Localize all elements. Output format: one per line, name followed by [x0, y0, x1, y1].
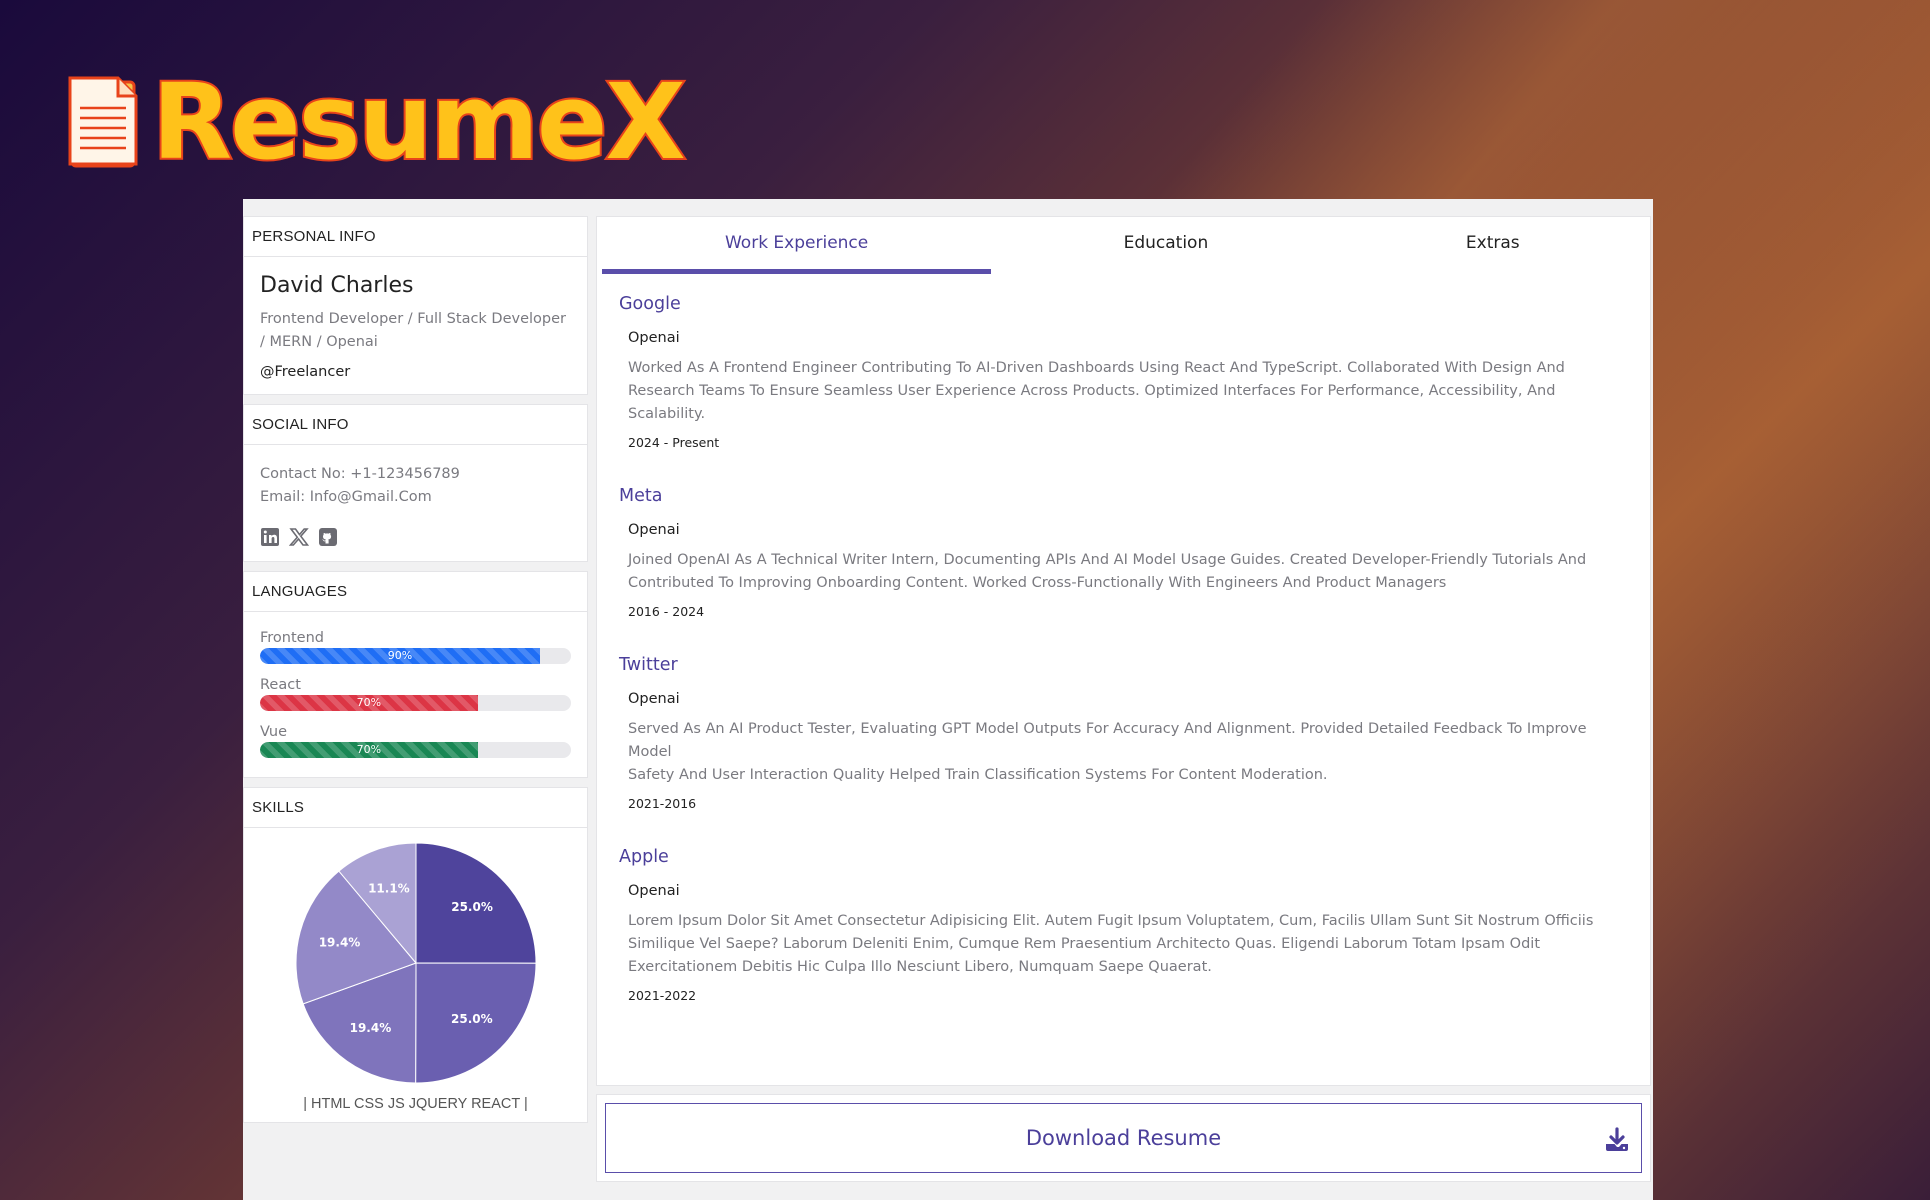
experience-panel: Work Experience Education Extras Google …	[596, 216, 1651, 1086]
job-role: Openai	[628, 330, 680, 346]
job-description-line: Joined OpenAI As A Technical Writer Inte…	[628, 552, 1587, 568]
resume-container: PERSONAL INFO David Charles Frontend Dev…	[243, 199, 1653, 1200]
social-info-card: SOCIAL INFO Contact No: +1-123456789 Ema…	[243, 404, 588, 562]
download-resume-button[interactable]: Download Resume	[605, 1103, 1642, 1173]
download-button-label: Download Resume	[1025, 1126, 1222, 1150]
job-dates: 2021-2022	[628, 988, 697, 1003]
job-description-line: Worked As A Frontend Engineer Contributi…	[628, 360, 1565, 376]
download-card: Download Resume	[596, 1094, 1651, 1182]
x-twitter-icon[interactable]	[288, 527, 310, 547]
social-info-header: SOCIAL INFO	[244, 405, 587, 445]
tab-extras[interactable]: Extras	[1341, 217, 1645, 274]
job-description-line: Lorem Ipsum Dolor Sit Amet Consectetur A…	[628, 913, 1594, 929]
progress-fill-frontend: 90%	[260, 648, 540, 664]
job-entry: Meta Openai Joined OpenAI As A Technical…	[619, 486, 1628, 619]
job-dates: 2021-2016	[628, 796, 697, 811]
progress-fill-react: 70%	[260, 695, 478, 711]
skills-caption: | HTML CSS JS JQUERY REACT |	[303, 1096, 528, 1112]
contact-number: Contact No: +1-123456789	[260, 466, 460, 482]
pie-slice-label: 25.0%	[451, 1012, 493, 1026]
pie-slice-label: 19.4%	[318, 935, 360, 949]
job-role: Openai	[628, 883, 680, 899]
download-icon	[1606, 1127, 1628, 1151]
app-logo: ResumeX	[66, 61, 688, 183]
languages-header: LANGUAGES	[244, 572, 587, 612]
progress-bar-vue: 70%	[260, 742, 571, 758]
job-entry: Twitter Openai Served As An AI Product T…	[619, 655, 1628, 811]
personal-info-header: PERSONAL INFO	[244, 217, 587, 257]
logo-text: ResumeX	[150, 61, 688, 183]
document-icon	[68, 76, 138, 168]
job-role: Openai	[628, 691, 680, 707]
language-label-frontend: Frontend	[260, 630, 324, 646]
github-icon[interactable]	[318, 527, 338, 547]
skills-pie-chart: 25.0% 25.0% 19.4% 19.4% 11.1%	[295, 842, 537, 1084]
language-label-vue: Vue	[260, 724, 288, 740]
skills-header: SKILLS	[244, 788, 587, 828]
job-description-line: Safety And User Interaction Quality Help…	[628, 767, 1328, 783]
right-column: Work Experience Education Extras Google …	[596, 216, 1651, 1182]
tab-work-experience[interactable]: Work Experience	[602, 217, 992, 274]
progress-bar-react: 70%	[260, 695, 571, 711]
language-label-react: React	[260, 677, 301, 693]
person-title-line2: / MERN / Openai	[260, 334, 378, 350]
contact-email: Email: Info@Gmail.Com	[260, 489, 432, 505]
job-dates: 2024 - Present	[628, 435, 720, 450]
job-dates: 2016 - 2024	[628, 604, 705, 619]
job-company: Apple	[619, 847, 669, 867]
left-column: PERSONAL INFO David Charles Frontend Dev…	[243, 216, 588, 1132]
skills-card: SKILLS 25.0% 25.0% 19.4% 19.4% 11.1% | HTML …	[243, 787, 588, 1123]
languages-card: LANGUAGES Frontend 90% React 70% Vue 70%	[243, 571, 588, 778]
job-company: Meta	[619, 486, 663, 506]
pie-slice-label: 25.0%	[451, 900, 493, 914]
person-handle: @Freelancer	[260, 364, 351, 380]
linkedin-icon[interactable]	[260, 527, 280, 547]
job-entry: Google Openai Worked As A Frontend Engin…	[619, 294, 1628, 450]
person-title-line1: Frontend Developer / Full Stack Develope…	[260, 311, 567, 327]
job-description-line: Contributed To Improving Onboarding Cont…	[628, 575, 1447, 591]
progress-fill-vue: 70%	[260, 742, 478, 758]
job-company: Twitter	[619, 655, 678, 675]
job-entry: Apple Openai Lorem Ipsum Dolor Sit Amet …	[619, 847, 1628, 1003]
job-company: Google	[619, 294, 681, 314]
jobs-list: Google Openai Worked As A Frontend Engin…	[597, 274, 1650, 1003]
personal-info-card: PERSONAL INFO David Charles Frontend Dev…	[243, 216, 588, 395]
pie-slice-label: 19.4%	[349, 1021, 391, 1035]
job-description-line: Served As An AI Product Tester, Evaluati…	[628, 721, 1587, 760]
job-description-line: Similique Vel Saepe? Laborum Deleniti En…	[628, 936, 1540, 952]
tab-bar: Work Experience Education Extras	[597, 217, 1650, 274]
job-role: Openai	[628, 522, 680, 538]
tab-education[interactable]: Education	[991, 217, 1340, 274]
job-description-line: Exercitationem Debitis Hic Culpa Illo Ne…	[628, 959, 1212, 975]
person-name: David Charles	[260, 273, 414, 298]
progress-bar-frontend: 90%	[260, 648, 571, 664]
social-icons	[260, 527, 571, 547]
job-description-line: Research Teams To Ensure Seamless User E…	[628, 383, 1556, 422]
pie-slice-label: 11.1%	[368, 882, 410, 896]
